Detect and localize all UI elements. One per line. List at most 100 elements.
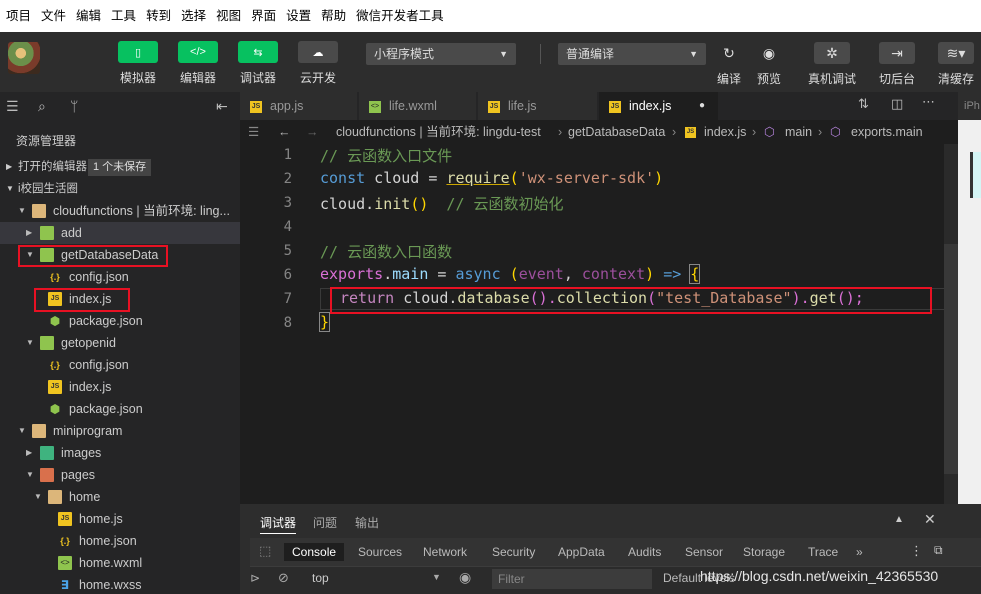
tree-item[interactable]: ▼ home	[0, 486, 240, 508]
tree-item[interactable]: {.} home.json	[0, 530, 240, 552]
breadcrumb-item[interactable]: exports.main	[851, 120, 923, 144]
open-editors-label: 打开的编辑器	[18, 161, 87, 173]
tab-output[interactable]: 输出	[355, 514, 379, 531]
chevron-down-icon[interactable]: ▼	[26, 464, 34, 486]
tab-network[interactable]: Network	[423, 543, 467, 561]
compile-select[interactable]: 普通编译 ▼	[558, 43, 706, 65]
tree-item[interactable]: <> home.wxml	[0, 552, 240, 574]
tab-security[interactable]: Security	[492, 543, 535, 561]
preview-button[interactable]: ◉ 预览	[756, 42, 782, 87]
tree-item[interactable]: ▼ pages	[0, 464, 240, 486]
undock-icon[interactable]: ⧉	[934, 543, 943, 558]
split-editor-icon[interactable]: ◫	[891, 96, 903, 112]
device-label[interactable]: iPh	[958, 92, 981, 120]
filter-input[interactable]: Filter	[492, 569, 652, 589]
tab-life-wxml[interactable]: <> life.wxml	[359, 92, 477, 120]
tab-appdata[interactable]: AppData	[558, 543, 605, 561]
menu-item[interactable]: 设置	[282, 0, 317, 32]
breadcrumb-item[interactable]: index.js	[704, 120, 746, 144]
chevron-right-icon[interactable]: ▶	[26, 222, 32, 244]
tree-item[interactable]: ∃ home.wxss	[0, 574, 240, 594]
collapse-panel-icon[interactable]: ⇤	[216, 98, 228, 115]
menu-icon[interactable]: ☰	[6, 98, 19, 115]
open-editors-section[interactable]: ▶ 打开的编辑器 1 个未保存	[0, 156, 240, 178]
chevron-down-icon[interactable]: ▼	[18, 420, 26, 442]
more-icon[interactable]: ⋯	[922, 94, 935, 110]
chevron-down-icon[interactable]: ▼	[34, 486, 42, 508]
sidebar-toggle-icon[interactable]: ⊳	[250, 571, 260, 585]
menu-item[interactable]: 文件	[37, 0, 72, 32]
menu-item[interactable]: 转到	[142, 0, 177, 32]
chevron-right-icon[interactable]: ▶	[26, 442, 32, 464]
debugger-button[interactable]: ⇆ 调试器	[228, 41, 288, 86]
code-token: }	[318, 312, 331, 332]
chevron-up-icon[interactable]: ▲	[894, 514, 904, 525]
tab-index-js[interactable]: JS index.js ●	[599, 92, 719, 120]
tree-item[interactable]: ▶ add	[0, 222, 240, 244]
cloud-button[interactable]: ☁ 云开发	[288, 41, 348, 86]
tree-item[interactable]: ⬢ package.json	[0, 310, 240, 332]
compare-icon[interactable]: ⇅	[858, 96, 869, 112]
more-tabs-button[interactable]: »	[856, 543, 863, 561]
editor-scrollbar[interactable]	[944, 244, 958, 474]
breadcrumb-item[interactable]: cloudfunctions | 当前环境: lingdu-test	[336, 120, 541, 144]
remote-debug-button[interactable]: ✲ 真机调试	[808, 42, 856, 87]
tab-storage[interactable]: Storage	[743, 543, 785, 561]
editor-button[interactable]: </> 编辑器	[168, 41, 228, 86]
menu-item[interactable]: 界面	[247, 0, 282, 32]
tree-item[interactable]: ▼ getopenid	[0, 332, 240, 354]
tab-audits[interactable]: Audits	[628, 543, 661, 561]
menu-item[interactable]: 项目	[2, 0, 37, 32]
mode-select[interactable]: 小程序模式 ▼	[366, 43, 516, 65]
project-section[interactable]: ▼ i校园生活圈	[0, 178, 240, 200]
menu-item[interactable]: 视图	[212, 0, 247, 32]
eye-icon[interactable]: ◉	[459, 569, 471, 586]
back-arrow-icon[interactable]: ←	[278, 120, 291, 144]
tab-debugger[interactable]: 调试器	[260, 514, 297, 534]
tree-item[interactable]: JS index.js	[0, 376, 240, 398]
tab-sensor[interactable]: Sensor	[685, 543, 723, 561]
menu-item[interactable]: 选择	[177, 0, 212, 32]
context-select[interactable]: top	[312, 571, 329, 585]
tab-console[interactable]: Console	[284, 543, 345, 561]
tree-item[interactable]: ⬢ package.json	[0, 398, 240, 420]
menu-item[interactable]: 工具	[107, 0, 142, 32]
inspect-icon[interactable]: ⬚	[259, 543, 271, 559]
tree-item-label: pages	[61, 468, 96, 482]
compile-button[interactable]: ↻ 编译	[716, 42, 742, 87]
unsaved-dot-icon[interactable]: ●	[699, 92, 705, 120]
tree-item[interactable]: JS home.js	[0, 508, 240, 530]
close-icon[interactable]: ✕	[924, 511, 936, 528]
user-avatar[interactable]	[8, 42, 40, 74]
chevron-down-icon[interactable]: ▼	[26, 332, 34, 354]
tree-item[interactable]: {.} config.json	[0, 354, 240, 376]
breadcrumb-item[interactable]: getDatabaseData	[568, 120, 665, 144]
list-icon[interactable]: ☰	[248, 120, 259, 144]
tab-sources[interactable]: Sources	[358, 543, 402, 561]
tree-item[interactable]: ▶ images	[0, 442, 240, 464]
breadcrumb-item[interactable]: main	[785, 120, 812, 144]
tree-item[interactable]: ▼ cloudfunctions | 当前环境: ling...	[0, 200, 240, 222]
tab-app-js[interactable]: JS app.js	[240, 92, 358, 120]
tree-item[interactable]: {.} config.json	[0, 266, 240, 288]
background-button[interactable]: ⇥ 切后台	[879, 42, 915, 87]
tab-problems[interactable]: 问题	[313, 514, 337, 531]
git-branch-icon[interactable]: ᛘ	[70, 98, 78, 114]
tab-life-js[interactable]: JS life.js	[478, 92, 598, 120]
menu-item[interactable]: 编辑	[72, 0, 107, 32]
menu-item[interactable]: 帮助	[317, 0, 352, 32]
tab-label: app.js	[270, 99, 304, 113]
search-icon[interactable]: ⌕	[38, 98, 46, 115]
chevron-down-icon[interactable]: ▼	[18, 200, 26, 222]
forward-arrow-icon[interactable]: →	[306, 120, 319, 144]
clear-cache-button[interactable]: ≋▾ 清缓存	[938, 42, 974, 87]
kebab-menu-icon[interactable]: ⋮	[910, 543, 923, 559]
simulator-button[interactable]: ▯ 模拟器	[108, 41, 168, 86]
project-label: i校园生活圈	[18, 183, 79, 195]
js-file-icon: JS	[58, 512, 72, 526]
menu-item[interactable]: 微信开发者工具	[352, 0, 450, 32]
code-token: event	[518, 265, 564, 283]
tab-trace[interactable]: Trace	[808, 543, 838, 561]
clear-console-icon[interactable]: ⊘	[278, 570, 289, 586]
tree-item[interactable]: ▼ miniprogram	[0, 420, 240, 442]
